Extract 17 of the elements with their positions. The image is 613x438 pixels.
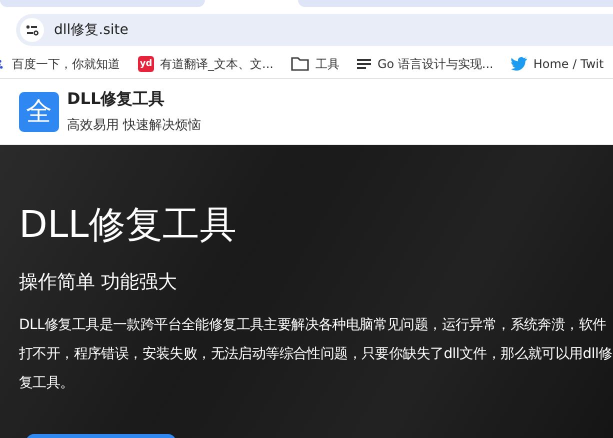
app-logo-icon: yd [138,56,154,72]
bird-icon [511,57,528,71]
bookmark-item[interactable]: Home / Twit [511,57,604,71]
hero-description: DLL修复工具是一款跨平台全能修复工具主要解决各种电脑常见问题，运行异常，系统奔溃，软件打不开，程序错误，安装失败，无法启动等综合性问题，只要你缺失了dll文件，那么就可以用dll修复工具。 [19,316,613,393]
site-tagline: 高效易用 快速解决烦恼 [67,117,202,134]
site-logo: 全 [19,92,59,132]
hero-title: DLL修复工具 [19,203,238,247]
folder-icon [291,57,310,71]
address-bar[interactable]: dll修复.site [16,14,613,46]
bookmark-item[interactable]: 工具 [291,56,340,72]
lines-icon [357,59,372,69]
bookmark-item[interactable]: 百度一下，你就知道 [0,56,120,72]
hero-subtitle: 操作简单 功能强大 [19,270,178,295]
bookmark-item[interactable]: yd 有道翻译_文本、文... [138,56,274,72]
site-settings-icon[interactable] [20,18,44,42]
bookmark-item[interactable]: Go 语言设计与实现... [357,56,494,72]
site-title: DLL修复工具 [67,89,166,110]
